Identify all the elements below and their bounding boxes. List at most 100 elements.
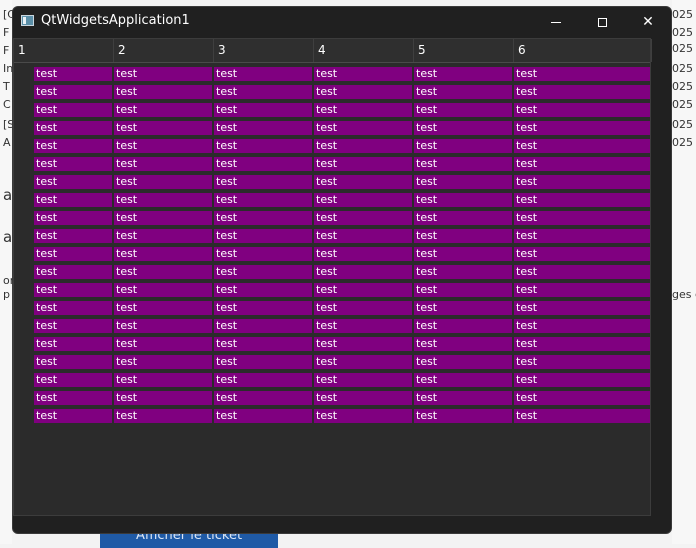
table-row[interactable]: test test test test test test <box>34 211 650 225</box>
table-cell[interactable]: test <box>514 211 650 225</box>
table-row[interactable]: test test test test test test <box>34 103 650 117</box>
table-cell[interactable]: test <box>34 85 112 99</box>
table-cell[interactable]: test <box>314 301 412 315</box>
table-cell[interactable]: test <box>34 373 112 387</box>
table-cell[interactable]: test <box>114 319 212 333</box>
table-cell[interactable]: test <box>514 391 650 405</box>
table-cell[interactable]: test <box>314 247 412 261</box>
table-cell[interactable]: test <box>114 229 212 243</box>
table-cell[interactable]: test <box>34 319 112 333</box>
table-cell[interactable]: test <box>114 247 212 261</box>
table-cell[interactable]: test <box>34 175 112 189</box>
table-cell[interactable]: test <box>34 355 112 369</box>
table-cell[interactable]: test <box>514 193 650 207</box>
table-cell[interactable]: test <box>114 265 212 279</box>
table-cell[interactable]: test <box>414 229 512 243</box>
table-cell[interactable]: test <box>214 373 312 387</box>
table-cell[interactable]: test <box>34 409 112 423</box>
table-row[interactable]: test test test test test test <box>34 391 650 405</box>
table-cell[interactable]: test <box>214 67 312 81</box>
table-cell[interactable]: test <box>514 121 650 135</box>
table-cell[interactable]: test <box>34 265 112 279</box>
table-cell[interactable]: test <box>314 67 412 81</box>
table-cell[interactable]: test <box>34 103 112 117</box>
table-cell[interactable]: test <box>114 211 212 225</box>
close-button[interactable]: ✕ <box>625 7 671 37</box>
table-cell[interactable]: test <box>414 373 512 387</box>
table-row[interactable]: test test test test test test <box>34 337 650 351</box>
table-widget[interactable]: 123456 test test test test test test test test t… <box>13 38 652 516</box>
table-cell[interactable]: test <box>514 139 650 153</box>
column-header-5[interactable]: 5 <box>414 39 514 62</box>
table-row[interactable]: test test test test test test <box>34 319 650 333</box>
title-bar[interactable]: QtWidgetsApplication1 ✕ <box>13 7 671 37</box>
table-cell[interactable]: test <box>414 139 512 153</box>
table-cell[interactable]: test <box>414 301 512 315</box>
table-cell[interactable]: test <box>214 355 312 369</box>
table-row[interactable]: test test test test test test <box>34 409 650 423</box>
table-cell[interactable]: test <box>514 283 650 297</box>
table-cell[interactable]: test <box>34 157 112 171</box>
table-cell[interactable]: test <box>314 211 412 225</box>
table-cell[interactable]: test <box>114 175 212 189</box>
table-cell[interactable]: test <box>114 409 212 423</box>
table-cell[interactable]: test <box>414 391 512 405</box>
table-cell[interactable]: test <box>514 265 650 279</box>
table-cell[interactable]: test <box>214 157 312 171</box>
table-cell[interactable]: test <box>214 283 312 297</box>
table-cell[interactable]: test <box>314 229 412 243</box>
table-cell[interactable]: test <box>414 175 512 189</box>
table-cell[interactable]: test <box>514 175 650 189</box>
column-header-1[interactable]: 1 <box>14 39 114 62</box>
table-cell[interactable]: test <box>314 265 412 279</box>
table-cell[interactable]: test <box>314 373 412 387</box>
table-cell[interactable]: test <box>514 373 650 387</box>
table-cell[interactable]: test <box>414 67 512 81</box>
table-cell[interactable]: test <box>314 409 412 423</box>
column-header-6[interactable]: 6 <box>514 39 652 62</box>
table-cell[interactable]: test <box>114 67 212 81</box>
table-cell[interactable]: test <box>414 283 512 297</box>
table-cell[interactable]: test <box>514 247 650 261</box>
table-row[interactable]: test test test test test test <box>34 283 650 297</box>
table-row[interactable]: test test test test test test <box>34 229 650 243</box>
table-cell[interactable]: test <box>34 193 112 207</box>
table-cell[interactable]: test <box>314 121 412 135</box>
table-cell[interactable]: test <box>214 409 312 423</box>
table-cell[interactable]: test <box>34 301 112 315</box>
column-header-3[interactable]: 3 <box>214 39 314 62</box>
table-cell[interactable]: test <box>314 193 412 207</box>
table-cell[interactable]: test <box>414 193 512 207</box>
table-cell[interactable]: test <box>34 337 112 351</box>
table-cell[interactable]: test <box>514 85 650 99</box>
table-cell[interactable]: test <box>314 391 412 405</box>
table-cell[interactable]: test <box>34 247 112 261</box>
table-cell[interactable]: test <box>314 337 412 351</box>
table-cell[interactable]: test <box>214 301 312 315</box>
table-cell[interactable]: test <box>314 85 412 99</box>
table-cell[interactable]: test <box>34 121 112 135</box>
table-row[interactable]: test test test test test test <box>34 193 650 207</box>
table-row[interactable]: test test test test test test <box>34 373 650 387</box>
table-cell[interactable]: test <box>414 319 512 333</box>
table-cell[interactable]: test <box>114 283 212 297</box>
table-cell[interactable]: test <box>414 211 512 225</box>
table-cell[interactable]: test <box>314 319 412 333</box>
table-row[interactable]: test test test test test test <box>34 265 650 279</box>
table-cell[interactable]: test <box>214 319 312 333</box>
table-row[interactable]: test test test test test test <box>34 67 650 81</box>
table-cell[interactable]: test <box>114 193 212 207</box>
table-cell[interactable]: test <box>514 409 650 423</box>
table-cell[interactable]: test <box>414 247 512 261</box>
table-cell[interactable]: test <box>214 103 312 117</box>
table-cell[interactable]: test <box>314 157 412 171</box>
table-row[interactable]: test test test test test test <box>34 139 650 153</box>
table-cell[interactable]: test <box>214 337 312 351</box>
table-cell[interactable]: test <box>114 85 212 99</box>
table-cell[interactable]: test <box>514 337 650 351</box>
table-cell[interactable]: test <box>214 229 312 243</box>
table-cell[interactable]: test <box>214 121 312 135</box>
table-row[interactable]: test test test test test test <box>34 175 650 189</box>
table-cell[interactable]: test <box>414 337 512 351</box>
table-cell[interactable]: test <box>114 103 212 117</box>
